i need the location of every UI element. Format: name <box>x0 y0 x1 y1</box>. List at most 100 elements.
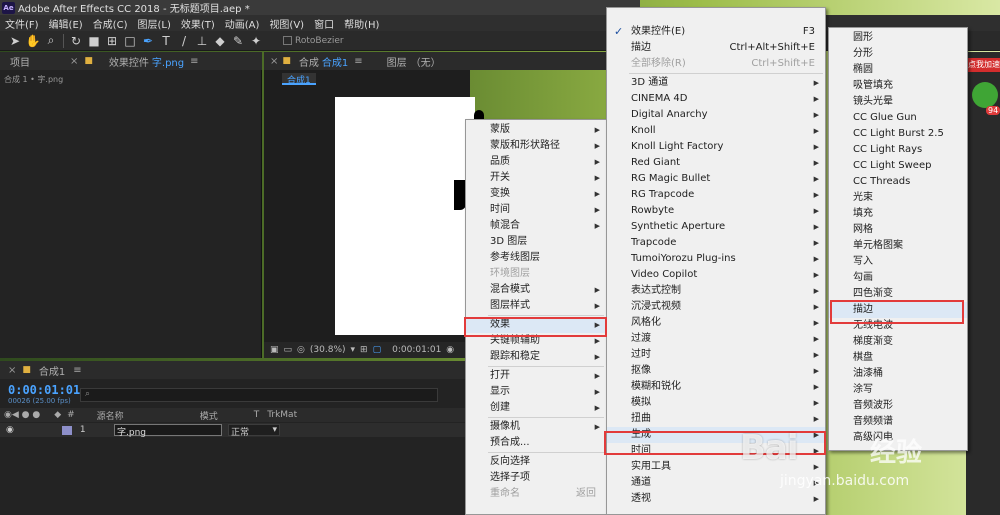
layer-name[interactable]: 字.png <box>114 424 222 438</box>
menu-item[interactable]: Knoll Light Factory ▶ <box>607 139 825 155</box>
menu-item[interactable]: Rowbyte ▶ <box>607 203 825 219</box>
puppet-tool-icon[interactable]: ✦ <box>247 34 265 48</box>
menu-item[interactable]: 镜头光晕 <box>829 94 967 110</box>
tab-effect-controls[interactable]: 效果控件 <box>109 54 149 69</box>
menu-item[interactable]: 品质 ▶ <box>466 154 606 170</box>
close-icon[interactable]: × <box>70 56 78 67</box>
monitor-icon[interactable]: ▣ <box>270 345 279 355</box>
selection-tool-icon[interactable]: ➤ <box>6 34 24 48</box>
close-icon[interactable]: × <box>8 365 16 376</box>
menu-item[interactable]: 网格 <box>829 222 967 238</box>
grid-icon[interactable]: ⊞ <box>360 345 368 355</box>
menu-item[interactable]: 过时 ▶ <box>607 347 825 363</box>
snapshot-icon[interactable]: ◉ <box>446 345 454 355</box>
menu-item[interactable]: 图层样式 ▶ <box>466 298 606 314</box>
menu-file[interactable]: 文件(F) <box>0 16 44 31</box>
zoom-level[interactable]: (30.8%) <box>310 345 346 355</box>
camera-tool-icon[interactable]: ■ <box>85 34 103 48</box>
menu-item[interactable]: TumoiYorozu Plug-ins ▶ <box>607 251 825 267</box>
zoom-tool-icon[interactable]: ⌕ <box>42 33 60 48</box>
menu-item[interactable]: 蒙版和形状路径 ▶ <box>466 138 606 154</box>
menu-item[interactable]: CC Light Burst 2.5 <box>829 126 967 142</box>
menu-window[interactable]: 窗口 <box>309 16 339 31</box>
menu-item[interactable]: 吸管填充 <box>829 78 967 94</box>
tab-project[interactable]: 项目 <box>10 54 30 69</box>
menu-item[interactable]: 油漆桶 <box>829 366 967 382</box>
composition-canvas[interactable] <box>335 97 475 335</box>
menu-item[interactable]: 时间 ▶ <box>466 202 606 218</box>
region-icon[interactable]: ▢ <box>373 345 382 355</box>
rotate-tool-icon[interactable]: ↻ <box>67 34 85 48</box>
menu-item[interactable]: CINEMA 4D ▶ <box>607 91 825 107</box>
menu-item[interactable]: 选择子项 <box>466 470 606 486</box>
display-icon[interactable]: ▭ <box>284 345 293 355</box>
lock-icon[interactable]: ■ <box>282 56 291 66</box>
menu-item[interactable]: 光束 <box>829 190 967 206</box>
pan-behind-tool-icon[interactable]: ⊞ <box>103 34 121 48</box>
menu-item[interactable]: Video Copilot ▶ <box>607 267 825 283</box>
tab-composition-name[interactable]: 合成1 <box>322 54 348 69</box>
layer-mode-select[interactable]: 正常 ▾ <box>228 424 280 438</box>
column-t[interactable]: T <box>254 410 260 420</box>
tab-effect-controls-target[interactable]: 字.png <box>152 54 184 69</box>
menu-item[interactable]: 显示 ▶ <box>466 384 606 400</box>
menu-item[interactable]: Synthetic Aperture ▶ <box>607 219 825 235</box>
menu-item[interactable]: 过渡 ▶ <box>607 331 825 347</box>
menu-item[interactable]: 开关 ▶ <box>466 170 606 186</box>
menu-item[interactable]: CC Threads <box>829 174 967 190</box>
menu-item[interactable]: 填充 <box>829 206 967 222</box>
menu-item[interactable]: CC Light Rays <box>829 142 967 158</box>
menu-item[interactable]: 涂写 <box>829 382 967 398</box>
eraser-tool-icon[interactable]: ◆ <box>211 34 229 48</box>
menu-item[interactable]: 分形 <box>829 46 967 62</box>
brush-tool-icon[interactable]: / <box>175 34 193 48</box>
menu-item[interactable]: CC Light Sweep <box>829 158 967 174</box>
menu-item[interactable]: 抠像 ▶ <box>607 363 825 379</box>
rectangle-tool-icon[interactable]: □ <box>121 34 139 48</box>
menu-item[interactable]: Digital Anarchy ▶ <box>607 107 825 123</box>
menu-item[interactable]: 蒙版 ▶ <box>466 122 606 138</box>
menu-help[interactable]: 帮助(H) <box>339 16 384 31</box>
menu-item[interactable]: Trapcode ▶ <box>607 235 825 251</box>
menu-composition[interactable]: 合成(C) <box>88 16 133 31</box>
menu-item[interactable]: 3D 图层 <box>466 234 606 250</box>
menu-item[interactable]: 椭圆 <box>829 62 967 78</box>
label-color-swatch[interactable] <box>61 425 72 435</box>
column-source-name[interactable]: 源名称 <box>97 409 124 422</box>
lock-icon[interactable]: ■ <box>84 56 93 66</box>
panel-menu-icon[interactable]: ≡ <box>73 365 81 376</box>
menu-item[interactable]: 表达式控制 ▶ <box>607 283 825 299</box>
menu-item[interactable]: Knoll ▶ <box>607 123 825 139</box>
menu-item[interactable]: 棋盘 <box>829 350 967 366</box>
menu-item[interactable]: 模糊和锐化 ▶ <box>607 379 825 395</box>
menu-item[interactable]: 音频波形 <box>829 398 967 414</box>
roto-brush-tool-icon[interactable]: ✎ <box>229 34 247 48</box>
menu-item[interactable]: 混合模式 ▶ <box>466 282 606 298</box>
menu-item[interactable]: 摄像机 ▶ <box>466 419 606 435</box>
column-trkmat[interactable]: TrkMat <box>267 410 297 420</box>
menu-item[interactable]: CC Glue Gun <box>829 110 967 126</box>
hand-tool-icon[interactable]: ✋ <box>24 34 42 48</box>
timeline-current-time[interactable]: 0:00:01:01 <box>8 383 80 397</box>
rotobezier-checkbox[interactable] <box>283 36 292 45</box>
column-mode[interactable]: 模式 <box>200 409 218 422</box>
current-time-readout[interactable]: 0:00:01:01 <box>392 345 441 355</box>
menu-item[interactable]: 单元格图案 <box>829 238 967 254</box>
tab-layer[interactable]: 图层 <box>387 54 407 69</box>
menu-item[interactable]: 预合成... <box>466 435 606 451</box>
menu-layer[interactable]: 图层(L) <box>132 16 175 31</box>
menu-item[interactable]: 圆形 <box>829 30 967 46</box>
rotobezier-option[interactable]: RotoBezier <box>283 36 344 46</box>
menu-item[interactable]: 描边 Ctrl+Alt+Shift+E <box>607 40 825 56</box>
menu-item[interactable]: 帧混合 ▶ <box>466 218 606 234</box>
menu-item[interactable]: 打开 ▶ <box>466 368 606 384</box>
menu-item[interactable]: 模拟 ▶ <box>607 395 825 411</box>
menu-item[interactable]: 风格化 ▶ <box>607 315 825 331</box>
menu-item[interactable]: ✓ 效果控件(E) F3 <box>607 24 825 40</box>
menu-item[interactable]: 参考线图层 <box>466 250 606 266</box>
menu-item[interactable]: 创建 ▶ <box>466 400 606 416</box>
eye-icon[interactable]: ◉ <box>6 425 14 435</box>
menu-item[interactable]: 沉浸式视频 ▶ <box>607 299 825 315</box>
menu-item[interactable]: RG Trapcode ▶ <box>607 187 825 203</box>
menu-item[interactable]: 变换 ▶ <box>466 186 606 202</box>
